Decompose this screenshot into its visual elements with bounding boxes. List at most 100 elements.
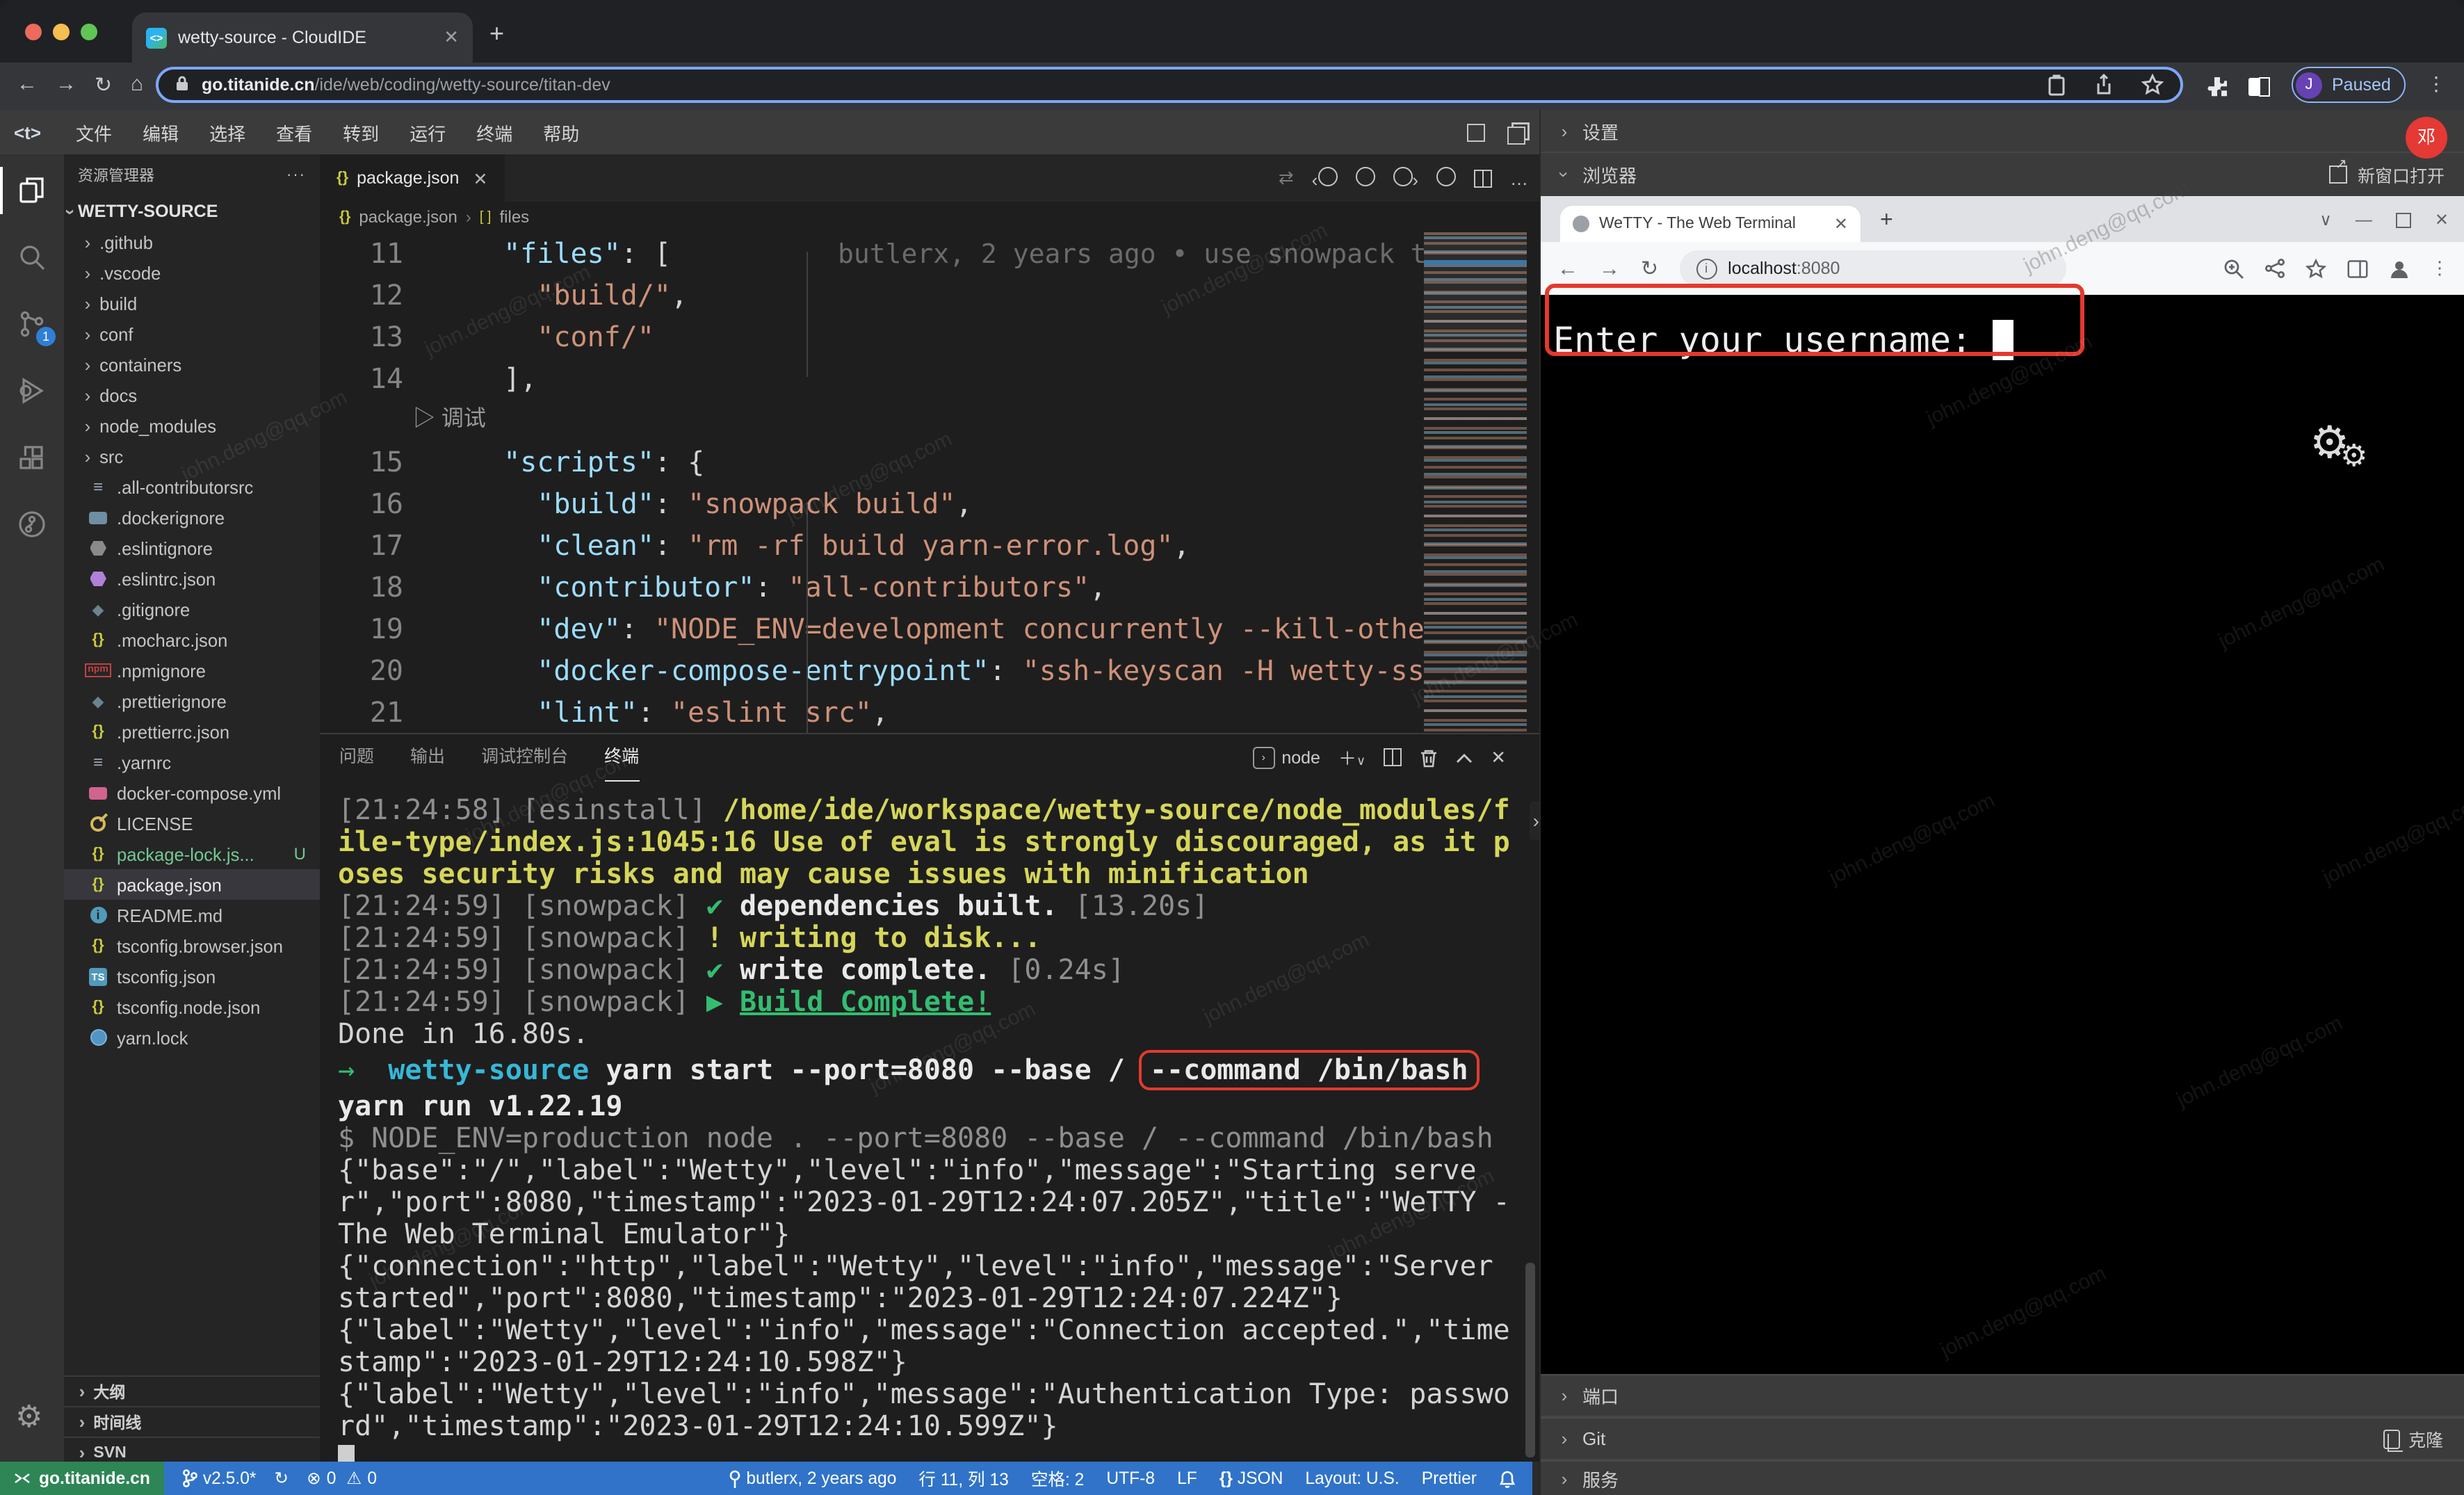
tree-item-.github[interactable]: › .github	[64, 227, 320, 257]
tree-item-tsconfig.json[interactable]: TStsconfig.json	[64, 961, 320, 992]
remote-indicator[interactable]: go.titanide.cn	[0, 1462, 164, 1495]
tree-item-src[interactable]: › src	[64, 441, 320, 471]
run-history-icon[interactable]	[1436, 166, 1456, 190]
split-editor-icon[interactable]	[1474, 169, 1492, 187]
tree-item-.prettierrc.json[interactable]: {}.prettierrc.json	[64, 716, 320, 747]
close-panel-icon[interactable]: ✕	[1491, 746, 1506, 768]
tree-item-node_modules[interactable]: › node_modules	[64, 410, 320, 441]
panel-tab-调试控制台[interactable]: 调试控制台	[481, 734, 568, 780]
maximize-panel-icon[interactable]	[1456, 752, 1473, 763]
run-debug-icon[interactable]	[15, 374, 49, 407]
tree-item-docker-compose.yml[interactable]: docker-compose.yml	[64, 777, 320, 808]
menu-编辑[interactable]: 编辑	[127, 119, 194, 145]
manage-gear-icon[interactable]: ⚙	[15, 1399, 42, 1435]
tree-item-.dockerignore[interactable]: .dockerignore	[64, 502, 320, 533]
tree-item-README.md[interactable]: iREADME.md	[64, 900, 320, 930]
open-new-window-button[interactable]: 新窗口打开	[2330, 161, 2445, 188]
tree-item-package.json[interactable]: {}package.json	[64, 869, 320, 900]
tree-item-.gitignore[interactable]: ◆.gitignore	[64, 594, 320, 624]
wetty-settings-gears-icon[interactable]: ⚙⚙	[2310, 416, 2349, 469]
services-section[interactable]: ›服务	[1541, 1460, 2464, 1495]
minimap[interactable]	[1424, 232, 1527, 733]
compare-icon[interactable]: ⇄	[1279, 167, 1294, 189]
minimize-window-button[interactable]	[53, 24, 70, 40]
menu-选择[interactable]: 选择	[194, 119, 261, 145]
browser-section[interactable]: ›浏览器 新窗口打开	[1541, 153, 2464, 196]
home-icon[interactable]: ⌂	[131, 72, 143, 96]
tree-item-conf[interactable]: › conf	[64, 318, 320, 349]
panel-tab-问题[interactable]: 问题	[339, 734, 374, 780]
embedded-menu-dots-icon[interactable]: ⋮	[2431, 257, 2449, 280]
new-terminal-icon[interactable]: ＋∨	[1338, 744, 1365, 770]
close-editor-icon[interactable]: ✕	[473, 168, 487, 188]
blame-status[interactable]: butlerx, 2 years ago	[728, 1469, 896, 1488]
user-avatar[interactable]: 邓	[2406, 117, 2447, 159]
close-embedded-icon[interactable]: ✕	[2435, 210, 2449, 229]
tree-item-tsconfig.node.json[interactable]: {}tsconfig.node.json	[64, 992, 320, 1022]
embedded-reload-icon[interactable]: ↻	[1641, 256, 1658, 281]
extensions-puzzle-icon[interactable]	[2205, 75, 2229, 99]
codelens-debug[interactable]: ▷ 调试	[320, 399, 1539, 441]
problems-status[interactable]: ⊗ 0 ⚠ 0	[307, 1469, 377, 1488]
tree-item-.vscode[interactable]: › .vscode	[64, 257, 320, 288]
notifications-bell-icon[interactable]	[1499, 1469, 1516, 1487]
minimize-icon[interactable]: —	[2356, 210, 2372, 229]
terminal-output[interactable]: [21:24:58] [esinstall] /home/ide/workspa…	[338, 794, 1510, 1474]
tree-item-.eslintrc.json[interactable]: .eslintrc.json	[64, 563, 320, 594]
tree-item-LICENSE[interactable]: LICENSE	[64, 808, 320, 839]
embedded-new-tab-icon[interactable]: +	[1880, 209, 1893, 234]
timeline-section[interactable]: › 时间线	[64, 1406, 320, 1437]
kill-terminal-trash-icon[interactable]	[1420, 748, 1438, 767]
back-icon[interactable]: ←	[17, 72, 38, 96]
profile-chip[interactable]: J Paused	[2292, 67, 2406, 103]
side-panel-icon[interactable]	[2247, 75, 2271, 99]
split-terminal-icon[interactable]	[1384, 748, 1402, 766]
ports-section[interactable]: ›端口	[1541, 1374, 2464, 1417]
breadcrumb[interactable]: {} package.json › [ ] files	[320, 202, 1539, 232]
minimap-slider[interactable]	[1424, 232, 1527, 352]
cursor-position-status[interactable]: 行 11, 列 13	[918, 1466, 1008, 1491]
tab-search-chevron-icon[interactable]: ∨	[2319, 210, 2332, 229]
search-icon[interactable]	[15, 241, 49, 274]
extensions-icon[interactable]	[15, 441, 49, 474]
clipboard-icon[interactable]	[2047, 74, 2066, 96]
tree-item-.eslintignore[interactable]: .eslintignore	[64, 533, 320, 563]
code-area[interactable]: 11 "files": [butlerx, 2 years ago • use …	[320, 232, 1539, 733]
tree-item-tsconfig.browser.json[interactable]: {}tsconfig.browser.json	[64, 930, 320, 961]
new-tab-button[interactable]: +	[489, 19, 504, 49]
wetty-tab[interactable]: WeTTY - The Web Terminal ✕	[1560, 206, 1861, 242]
editor-tab-package-json[interactable]: {} package.json ✕	[320, 154, 504, 202]
address-bar[interactable]: go.titanide.cn/ide/web/coding/wetty-sour…	[156, 67, 2183, 103]
settings-section[interactable]: ›设置	[1541, 110, 2464, 153]
encoding-status[interactable]: UTF-8	[1106, 1469, 1155, 1488]
formatter-status[interactable]: Prettier	[1422, 1469, 1477, 1488]
embedded-star-icon[interactable]	[2305, 258, 2326, 279]
menu-帮助[interactable]: 帮助	[528, 119, 594, 145]
embedded-back-icon[interactable]: ←	[1557, 257, 1578, 280]
zoom-icon[interactable]	[2223, 258, 2244, 279]
menu-查看[interactable]: 查看	[261, 119, 327, 145]
site-info-icon[interactable]: i	[1696, 258, 1717, 279]
close-wetty-tab-icon[interactable]: ✕	[1834, 214, 1848, 234]
explorer-more-icon[interactable]: ···	[286, 167, 306, 184]
fullscreen-icon[interactable]	[1467, 123, 1485, 141]
embedded-profile-icon[interactable]	[2389, 258, 2410, 279]
tree-item-build[interactable]: › build	[64, 288, 320, 318]
git-section[interactable]: ›Git 克隆	[1541, 1417, 2464, 1460]
tree-root[interactable]: ›WETTY-SOURCE	[64, 196, 320, 227]
embedded-address-bar[interactable]: i localhost:8080	[1679, 250, 2066, 286]
explorer-icon[interactable]	[15, 174, 49, 207]
svn-section[interactable]: › SVN	[64, 1437, 320, 1462]
menu-终端[interactable]: 终端	[461, 119, 528, 145]
embedded-forward-icon[interactable]: →	[1599, 257, 1620, 280]
menu-转到[interactable]: 转到	[327, 119, 394, 145]
source-control-icon[interactable]: 1	[15, 307, 49, 341]
tree-item-package-lock.js...[interactable]: {}package-lock.js...U	[64, 839, 320, 869]
remote-explorer-icon[interactable]	[15, 508, 49, 541]
embedded-side-panel-icon[interactable]	[2347, 258, 2368, 279]
menu-文件[interactable]: 文件	[60, 119, 127, 145]
embedded-share-icon[interactable]	[2265, 259, 2285, 278]
tree-item-containers[interactable]: › containers	[64, 349, 320, 380]
language-status[interactable]: {} JSON	[1219, 1469, 1283, 1488]
nav-back-circle-icon[interactable]: ‹	[1312, 166, 1338, 190]
